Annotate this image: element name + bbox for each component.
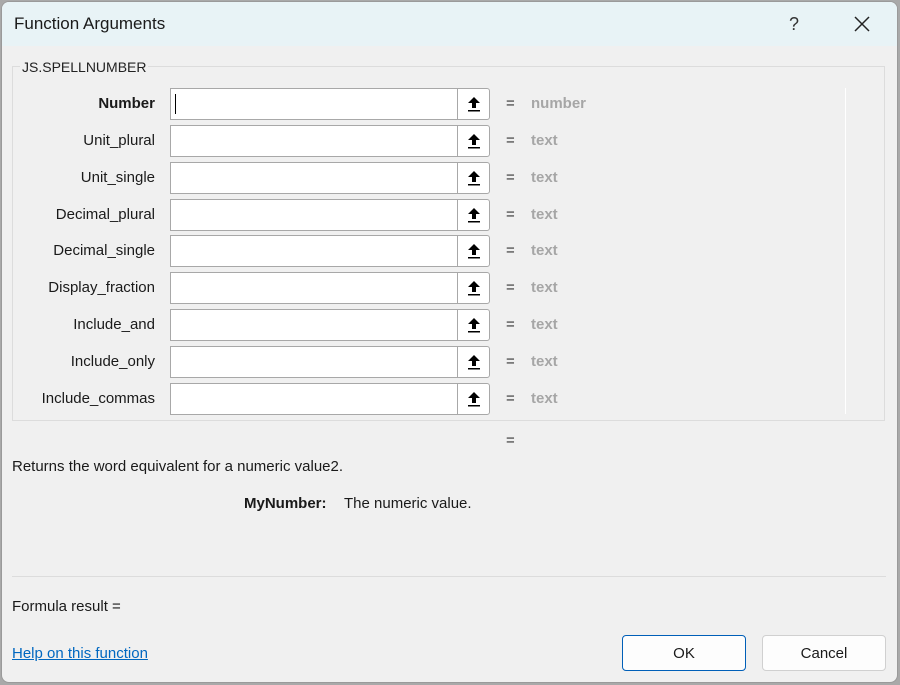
argument-input[interactable] <box>170 346 458 378</box>
argument-label: Decimal_single <box>53 242 155 259</box>
argument-type-hint: text <box>531 353 558 370</box>
collapse-dialog-button[interactable] <box>457 346 490 378</box>
argument-input[interactable] <box>170 235 458 267</box>
argument-row: Include_and = text <box>0 309 900 341</box>
equals-sign: = <box>506 169 515 186</box>
cancel-button[interactable]: Cancel <box>762 635 886 671</box>
argument-row: Decimal_single = text <box>0 235 900 267</box>
equals-sign: = <box>506 390 515 407</box>
argument-type-hint: text <box>531 132 558 149</box>
collapse-dialog-button[interactable] <box>457 125 490 157</box>
help-on-function-link[interactable]: Help on this function <box>12 645 148 662</box>
upload-arrow-icon <box>467 281 480 296</box>
collapse-dialog-button[interactable] <box>457 272 490 304</box>
argument-label: Unit_single <box>80 169 155 186</box>
argument-label: Unit_plural <box>83 132 155 149</box>
argument-input[interactable] <box>170 125 458 157</box>
upload-arrow-icon <box>467 208 480 223</box>
equals-sign: = <box>506 95 515 112</box>
argument-label: Include_only <box>70 353 155 370</box>
text-caret <box>175 94 176 114</box>
argument-label: Include_and <box>73 316 155 333</box>
argument-type-hint: number <box>531 95 587 112</box>
title-bar: Function Arguments ? <box>2 2 897 46</box>
argument-row: Display_fraction = text <box>0 272 900 304</box>
collapse-dialog-button[interactable] <box>457 309 490 341</box>
argument-input[interactable] <box>170 199 458 231</box>
collapse-dialog-button[interactable] <box>457 162 490 194</box>
argument-row: Unit_plural = text <box>0 125 900 157</box>
result-equals: = <box>506 432 515 449</box>
argument-type-hint: text <box>531 169 558 186</box>
argument-type-hint: text <box>531 206 558 223</box>
argument-description-text: The numeric value. <box>344 495 472 512</box>
argument-input[interactable] <box>170 383 458 415</box>
argument-row: Number = number <box>0 88 900 120</box>
argument-label: Display_fraction <box>48 279 155 296</box>
collapse-dialog-button[interactable] <box>457 383 490 415</box>
ok-button[interactable]: OK <box>622 635 746 671</box>
argument-type-hint: text <box>531 242 558 259</box>
equals-sign: = <box>506 316 515 333</box>
argument-type-hint: text <box>531 390 558 407</box>
collapse-dialog-button[interactable] <box>457 235 490 267</box>
argument-input[interactable] <box>170 162 458 194</box>
close-button[interactable] <box>848 10 876 38</box>
argument-label: Include_commas <box>41 390 155 407</box>
argument-row: Decimal_plural = text <box>0 199 900 231</box>
equals-sign: = <box>506 242 515 259</box>
formula-result: Formula result = <box>12 598 121 615</box>
upload-arrow-icon <box>467 318 480 333</box>
argument-description-name: MyNumber: <box>244 495 327 512</box>
upload-arrow-icon <box>467 97 480 112</box>
function-description: Returns the word equivalent for a numeri… <box>12 458 344 475</box>
argument-input[interactable] <box>170 88 458 120</box>
help-button[interactable]: ? <box>782 12 806 36</box>
argument-input[interactable] <box>170 272 458 304</box>
upload-arrow-icon <box>467 244 480 259</box>
dialog-title: Function Arguments <box>14 14 166 33</box>
collapse-dialog-button[interactable] <box>457 199 490 231</box>
argument-input[interactable] <box>170 309 458 341</box>
equals-sign: = <box>506 279 515 296</box>
close-icon <box>854 16 870 32</box>
equals-sign: = <box>506 353 515 370</box>
argument-row: Include_only = text <box>0 346 900 378</box>
equals-sign: = <box>506 132 515 149</box>
collapse-dialog-button[interactable] <box>457 88 490 120</box>
argument-row: Include_commas = text <box>0 383 900 415</box>
upload-arrow-icon <box>467 355 480 370</box>
argument-label: Number <box>98 95 155 112</box>
divider <box>12 576 886 577</box>
upload-arrow-icon <box>467 392 480 407</box>
upload-arrow-icon <box>467 171 480 186</box>
upload-arrow-icon <box>467 134 480 149</box>
equals-sign: = <box>506 206 515 223</box>
argument-label: Decimal_plural <box>55 206 155 223</box>
argument-row: Unit_single = text <box>0 162 900 194</box>
argument-type-hint: text <box>531 279 558 296</box>
function-name: JS.SPELLNUMBER <box>20 59 149 75</box>
argument-type-hint: text <box>531 316 558 333</box>
